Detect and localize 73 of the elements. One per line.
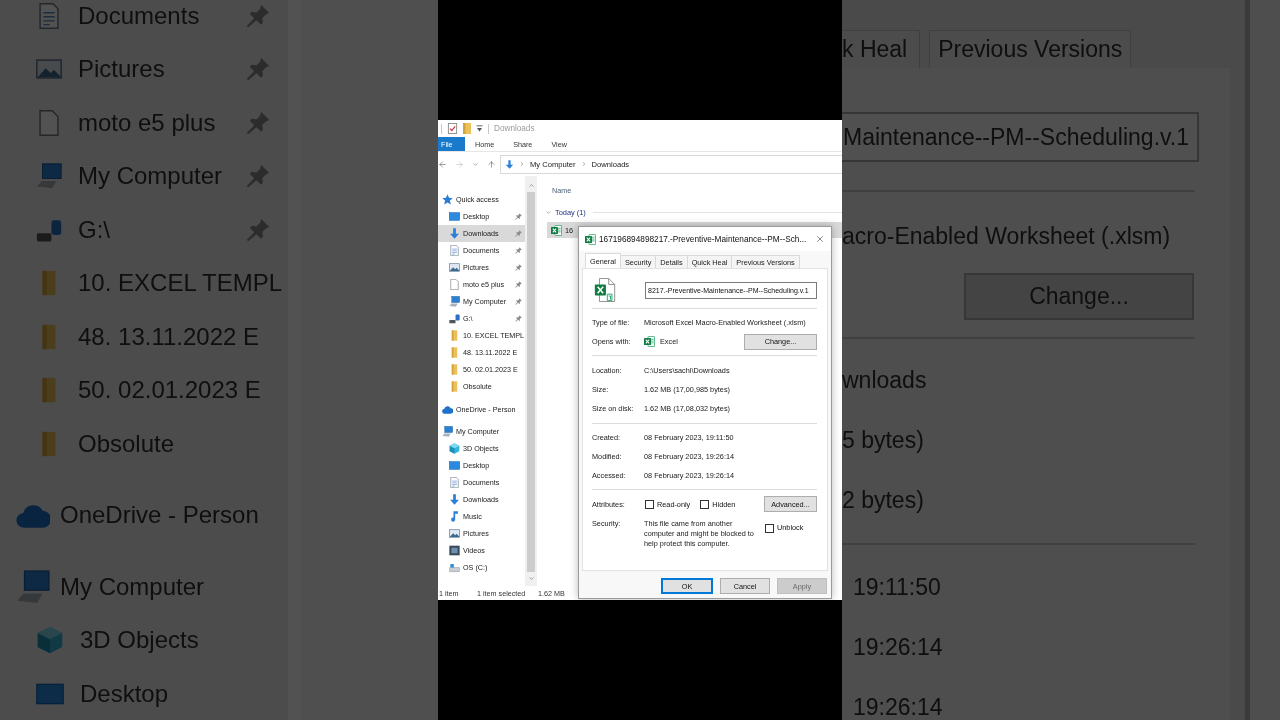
chevron-down-icon[interactable] (545, 208, 552, 216)
blurred-nav-label: moto e5 plus (78, 108, 216, 137)
folder-icon[interactable] (463, 123, 471, 134)
checked-document-icon[interactable] (447, 123, 458, 134)
film-icon (449, 545, 460, 556)
window-title: Downloads (494, 124, 535, 133)
forward-arrow-icon[interactable] (455, 159, 464, 169)
spreadsheet-icon (551, 224, 562, 236)
document-icon (449, 245, 460, 256)
down-arrow-icon (449, 228, 460, 239)
down-arrow-icon (449, 494, 460, 505)
back-arrow-icon[interactable] (438, 159, 447, 169)
spreadsheet-file-icon (594, 278, 616, 302)
folder-icon (449, 381, 460, 392)
cube-icon (36, 626, 64, 655)
computer-icon (16, 569, 50, 604)
document-icon (449, 477, 460, 488)
blurred-nav-label: 10. EXCEL TEMPL (78, 269, 283, 298)
scrollbar[interactable] (525, 176, 537, 586)
blurred-nav-label: Desktop (80, 679, 169, 708)
blurred-nav-label: My Computer (60, 572, 205, 601)
scroll-down-icon[interactable] (527, 575, 535, 582)
computer-icon (36, 163, 62, 190)
close-icon[interactable] (815, 234, 825, 244)
blurred-nav-label: 3D Objects (80, 626, 199, 655)
blurred-text: wnloads (842, 366, 927, 394)
checkbox[interactable] (765, 523, 774, 533)
scrollbar-thumb[interactable] (527, 192, 535, 572)
file-icon (449, 279, 460, 290)
spreadsheet-icon (644, 336, 655, 347)
blurred-nav-label: My Computer (78, 162, 223, 191)
chevron-right-icon (519, 161, 525, 167)
blurred-text: 19:26:14 (853, 693, 943, 720)
folder-icon (449, 330, 460, 341)
checkbox[interactable] (700, 499, 710, 509)
monitor-icon (449, 460, 460, 471)
monitor-icon (449, 211, 460, 222)
chevron-right-icon (580, 161, 587, 167)
down-arrow-icon (505, 159, 514, 169)
file-icon (36, 109, 62, 136)
blurred-nav-label: G:\ (78, 215, 110, 244)
star-icon (442, 194, 453, 205)
blurred-nav-label: 48. 13.11.2022 E (78, 322, 260, 351)
document-icon (36, 2, 62, 29)
blurred-nav-label: Obsolute (78, 429, 175, 458)
cloud-icon (442, 403, 453, 415)
drive-icon (449, 562, 460, 573)
picture-icon (449, 528, 460, 539)
blurred-nav-label: OneDrive - Person (60, 501, 259, 530)
chevron-down-icon[interactable] (472, 160, 479, 168)
blurred-text: 19:11:50 (853, 573, 941, 601)
blurred-text: 2 bytes) (842, 486, 924, 514)
blurred-name-field: Maintenance--PM--Scheduling.v.1 (842, 112, 1199, 162)
blurred-nav-label: 50. 02.01.2023 E (78, 376, 261, 405)
picture-icon (449, 262, 460, 273)
cube-icon (449, 443, 460, 454)
blurred-text: 19:26:14 (853, 633, 943, 661)
music-note-icon (449, 511, 460, 522)
computer-icon (442, 426, 453, 437)
blurred-nav-label: Pictures (78, 55, 165, 84)
spreadsheet-icon (585, 233, 596, 245)
scroll-up-icon[interactable] (527, 182, 535, 189)
computer-icon (449, 296, 460, 307)
dialog-title: 167196894898217.-Preventive-Maintenance--PM--Sch... (599, 234, 808, 244)
drive-icon (449, 313, 460, 324)
blurred-text: acro-Enabled Worksheet (.xlsm) (842, 222, 1171, 250)
folder-icon (449, 364, 460, 375)
blurred-text: 5 bytes) (842, 426, 924, 454)
checkbox[interactable] (645, 499, 654, 509)
up-arrow-icon[interactable] (487, 159, 496, 169)
dropdown-icon[interactable] (476, 125, 483, 132)
folder-icon (449, 347, 460, 358)
blurred-nav-label: Documents (78, 1, 200, 30)
